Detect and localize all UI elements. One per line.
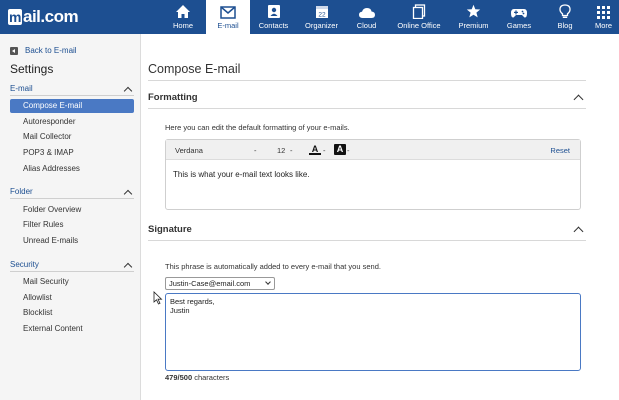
- settings-sidebar: Back to E-mail Settings E-mail Compose E…: [0, 34, 141, 400]
- contacts-icon: [267, 5, 280, 18]
- nav-label: Contacts: [258, 21, 289, 30]
- formatting-editor: Verdana - 12 - A - A - Reset This is wha…: [165, 139, 581, 210]
- chevron-up-icon: [123, 189, 133, 198]
- nav-more[interactable]: More: [588, 0, 619, 34]
- sidebar-item-filter-rules[interactable]: Filter Rules: [10, 218, 134, 232]
- size-dropdown-arrow[interactable]: -: [290, 146, 293, 155]
- mail-com-logo[interactable]: m ail.com: [0, 0, 160, 34]
- chevron-up-icon: [573, 94, 584, 104]
- back-label: Back to E-mail: [25, 46, 77, 55]
- formatting-toolbar: Verdana - 12 - A - A - Reset: [166, 140, 580, 160]
- mouse-cursor-icon: [153, 291, 163, 305]
- home-icon: [176, 5, 190, 18]
- signature-textarea[interactable]: Best regards, Justin: [165, 293, 581, 371]
- nav-label: More: [594, 21, 613, 30]
- nav-email[interactable]: E-mail: [206, 0, 250, 34]
- sidebar-item-pop3-imap[interactable]: POP3 & IMAP: [10, 146, 134, 160]
- calendar-icon: 22: [315, 6, 328, 19]
- logo-text: ail.com: [23, 7, 79, 26]
- grid-icon: [597, 6, 610, 19]
- character-count-suffix: characters: [194, 373, 230, 382]
- reset-link[interactable]: Reset: [550, 146, 570, 155]
- sidebar-item-alias-addresses[interactable]: Alias Addresses: [10, 162, 134, 176]
- top-navigation-bar: m ail.com Home E-mail Contacts 22 Organiz…: [0, 0, 619, 34]
- divider: [148, 80, 586, 81]
- envelope-icon: [220, 6, 236, 19]
- signature-description: This phrase is automatically added to ev…: [165, 262, 381, 271]
- sidebar-item-unread-emails[interactable]: Unread E-mails: [10, 234, 134, 248]
- font-size-select[interactable]: 12: [277, 146, 285, 155]
- back-to-email-link[interactable]: Back to E-mail: [10, 46, 77, 55]
- nav-label: E-mail: [217, 21, 239, 30]
- nav-blog[interactable]: Blog: [542, 0, 588, 34]
- selected-address: Justin-Case@email.com: [169, 279, 251, 288]
- sidebar-item-autoresponder[interactable]: Autoresponder: [10, 115, 134, 129]
- nav-organizer[interactable]: 22 Organizer: [297, 0, 346, 34]
- page-title: Compose E-mail: [148, 62, 241, 76]
- formatting-description: Here you can edit the default formatting…: [165, 123, 350, 132]
- section-label: E-mail: [10, 84, 33, 93]
- nav-contacts[interactable]: Contacts: [250, 0, 297, 34]
- formatting-section-header[interactable]: Formatting: [148, 87, 586, 107]
- nav-label: Online Office: [397, 21, 441, 30]
- font-family-select[interactable]: Verdana: [175, 146, 203, 155]
- divider: [148, 108, 586, 109]
- sidebar-item-allowlist[interactable]: Allowlist: [10, 291, 134, 305]
- logo-letter: m: [8, 9, 22, 25]
- text-color-icon[interactable]: A: [309, 144, 321, 155]
- background-color-icon[interactable]: A: [334, 144, 346, 155]
- sidebar-item-mail-collector[interactable]: Mail Collector: [10, 130, 134, 144]
- formatting-preview-text: This is what your e-mail text looks like…: [173, 170, 310, 179]
- lightbulb-icon: [559, 4, 571, 18]
- nav-label: Organizer: [305, 21, 338, 30]
- section-label: Folder: [10, 187, 33, 196]
- sidebar-item-mail-security[interactable]: Mail Security: [10, 275, 134, 289]
- chevron-up-icon: [123, 86, 133, 95]
- section-header-email[interactable]: E-mail: [10, 82, 134, 96]
- character-counter: 479/500 characters: [165, 373, 229, 382]
- chevron-up-icon: [573, 226, 584, 236]
- section-heading: Formatting: [148, 91, 198, 103]
- gamepad-icon: [511, 9, 527, 18]
- svg-text:22: 22: [318, 12, 326, 19]
- divider: [148, 240, 586, 241]
- section-header-folder[interactable]: Folder: [10, 185, 134, 199]
- nav-cloud[interactable]: Cloud: [346, 0, 387, 34]
- nav-label: Premium: [458, 21, 489, 30]
- star-icon: [466, 4, 481, 18]
- settings-title: Settings: [10, 62, 54, 76]
- nav-online-office[interactable]: Online Office: [387, 0, 451, 34]
- main-content: Compose E-mail Formatting Here you can e…: [148, 34, 619, 400]
- text-color-dropdown-arrow[interactable]: -: [323, 146, 326, 155]
- back-arrow-icon: [10, 46, 18, 55]
- main-nav: Home E-mail Contacts 22 Organizer Cloud …: [160, 0, 619, 34]
- signature-section-header[interactable]: Signature: [148, 219, 586, 239]
- sidebar-item-compose-email[interactable]: Compose E-mail: [10, 99, 134, 113]
- nav-label: Home: [172, 21, 193, 30]
- nav-games[interactable]: Games: [496, 0, 542, 34]
- documents-icon: [412, 4, 426, 19]
- sidebar-item-external-content[interactable]: External Content: [10, 322, 134, 336]
- sidebar-item-folder-overview[interactable]: Folder Overview: [10, 203, 134, 217]
- chevron-up-icon: [123, 262, 133, 271]
- chevron-down-icon: [265, 279, 271, 285]
- section-heading: Signature: [148, 223, 192, 235]
- nav-home[interactable]: Home: [160, 0, 206, 34]
- character-count: 479/500: [165, 373, 193, 382]
- nav-premium[interactable]: Premium: [451, 0, 496, 34]
- section-label: Security: [10, 260, 39, 269]
- section-header-security[interactable]: Security: [10, 258, 134, 272]
- nav-label: Blog: [557, 21, 573, 30]
- cloud-icon: [358, 8, 375, 18]
- sidebar-item-blocklist[interactable]: Blocklist: [10, 306, 134, 320]
- signature-address-select[interactable]: Justin-Case@email.com: [165, 277, 275, 290]
- font-dropdown-arrow[interactable]: -: [254, 146, 257, 155]
- background-color-dropdown-arrow[interactable]: -: [347, 146, 350, 155]
- nav-label: Cloud: [356, 21, 377, 30]
- nav-label: Games: [506, 21, 532, 30]
